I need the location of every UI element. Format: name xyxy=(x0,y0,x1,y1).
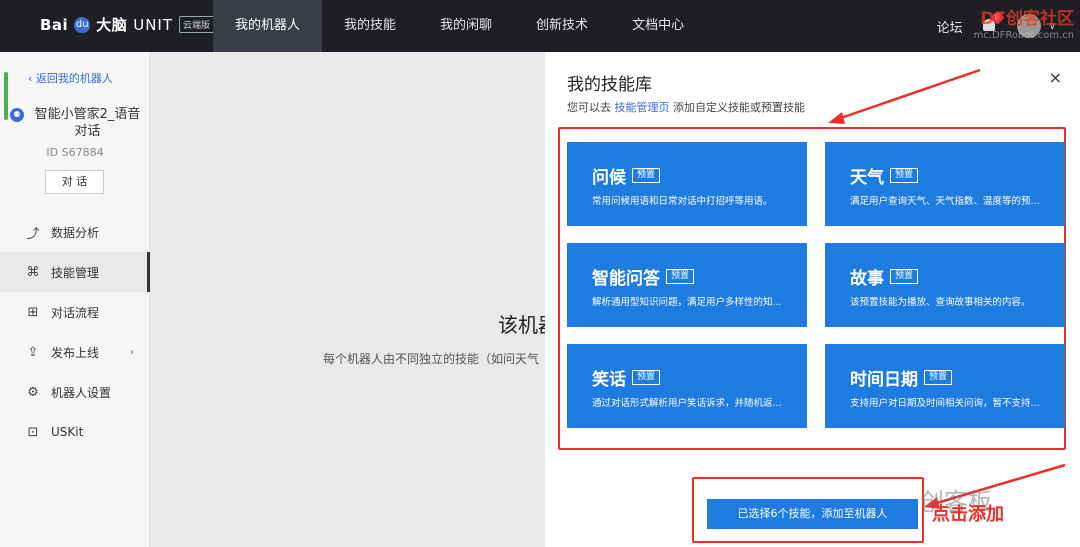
sidebar-item-4[interactable]: ⚙ 机器人设置 xyxy=(0,372,150,412)
sidebar-item-1[interactable]: ⌘ 技能管理 xyxy=(0,252,150,292)
nav-tab-2[interactable]: 我的闲聊 xyxy=(418,0,514,52)
skill-desc: 支持用户对日期及时间相关问询，暂不支持... xyxy=(850,398,1040,409)
skill-card[interactable]: 天气 预置满足用户查询天气、天气指数、温度等的预... xyxy=(825,142,1065,226)
close-icon[interactable]: × xyxy=(1049,68,1062,87)
main-nav-tabs: 我的机器人 我的技能 我的闲聊 创新技术 文档中心 xyxy=(213,0,706,52)
skill-desc: 常用问候用语和日常对话中打招呼等用语。 xyxy=(592,196,773,207)
preset-badge: 预置 xyxy=(924,370,953,385)
logo-brand: Bai xyxy=(40,15,69,34)
add-to-robot-button[interactable]: 已选择6个技能，添加至机器人 xyxy=(707,499,918,529)
skill-card[interactable]: 笑话 预置通过对话形式解析用户笑话诉求，并随机返... xyxy=(567,344,807,428)
sidebar-item-label: 对话流程 xyxy=(51,305,100,320)
back-to-robots-link[interactable]: ‹ 返回我的机器人 xyxy=(28,70,113,86)
uskit-icon: ⊡ xyxy=(27,424,39,440)
skill-desc: 解析通用型知识问题，满足用户多样性的知... xyxy=(592,297,782,308)
skill-head: 故事 预置 xyxy=(850,264,919,289)
skill-head: 问候 预置 xyxy=(592,163,661,188)
paw-icon: du xyxy=(74,16,91,33)
skill-card[interactable]: 智能问答 预置解析通用型知识问题，满足用户多样性的知... xyxy=(567,243,807,327)
skill-card[interactable]: 问候 预置常用问候用语和日常对话中打招呼等用语。 xyxy=(567,142,807,226)
skill-card[interactable]: 时间日期 预置支持用户对日期及时间相关问询，暂不支持... xyxy=(825,344,1065,428)
skill-card[interactable]: 故事 预置该预置技能为播放、查询故事相关的内容。 xyxy=(825,243,1065,327)
skill-desc: 通过对话形式解析用户笑话诉求，并随机返... xyxy=(592,398,782,409)
empty-state-desc: 每个机器人由不同独立的技能（如问天气 xyxy=(323,352,540,366)
back-label: 返回我的机器人 xyxy=(35,72,113,85)
skill-library-drawer: 我的技能库 × 您可以去 技能管理页 添加自定义技能或预置技能 问候 预置 常用问候… xyxy=(545,52,1080,547)
skill-head: 天气 预置 xyxy=(850,163,919,188)
left-sidebar: ‹ 返回我的机器人 ⚉ 智能小管家2_语音对话 ID S67884 对 话 ⤴ 数… xyxy=(0,52,150,547)
skill-head: 时间日期 预置 xyxy=(850,365,953,390)
skill-management-link[interactable]: 技能管理页 xyxy=(615,101,670,114)
sidebar-item-label: 数据分析 xyxy=(51,225,100,240)
empty-state-title: 该机器人 xyxy=(498,313,545,337)
nav-tab-4[interactable]: 文档中心 xyxy=(610,0,706,52)
preset-badge: 预置 xyxy=(890,168,919,183)
robot-status-bar xyxy=(4,72,8,120)
sidebar-item-2[interactable]: ⊞ 对话流程 xyxy=(0,292,150,332)
sidebar-item-label: 发布上线 xyxy=(51,345,100,360)
watermark-url: mc.DFRobot.com.cn xyxy=(973,30,1074,41)
skill-name: 时间日期 xyxy=(850,370,918,390)
drawer-subtitle: 您可以去 技能管理页 添加自定义技能或预置技能 xyxy=(567,99,805,115)
robot-name: 智能小管家2_语音对话 xyxy=(34,107,141,139)
logo-unit: UNIT xyxy=(133,15,174,34)
top-nav: Bai du 大脑 UNIT 云端版 我的机器人 我的技能 我的闲聊 创新技术 文档中心… xyxy=(0,0,1080,52)
sidebar-item-label: 技能管理 xyxy=(51,265,100,280)
settings-icon: ⚙ xyxy=(27,384,39,400)
chat-button[interactable]: 对 话 xyxy=(45,170,104,194)
cloud-edition-badge: 云端版 xyxy=(179,16,215,33)
sidebar-item-5[interactable]: ⊡ USKit xyxy=(0,412,150,452)
flow-icon: ⊞ xyxy=(27,304,39,320)
chevron-right-icon: › xyxy=(130,346,134,358)
sidebar-menu: ⤴ 数据分析 ⌘ 技能管理 ⊞ 对话流程 ⇪ 发布上线 › ⚙ 机器人设置 ⊡ USKit xyxy=(0,212,150,452)
preset-badge: 预置 xyxy=(632,168,661,183)
sidebar-item-3[interactable]: ⇪ 发布上线 › xyxy=(0,332,150,372)
sidebar-item-label: 机器人设置 xyxy=(51,385,112,400)
skill-head: 笑话 预置 xyxy=(592,365,661,390)
watermark-dfrobot: DF创客社区 xyxy=(980,9,1074,29)
sidebar-item-label: USKit xyxy=(51,425,84,439)
baidu-unit-logo[interactable]: Bai du 大脑 UNIT 云端版 xyxy=(40,14,215,35)
preset-badge: 预置 xyxy=(666,269,695,284)
skill-head: 智能问答 预置 xyxy=(592,264,695,289)
preset-badge: 预置 xyxy=(632,370,661,385)
robot-id: ID S67884 xyxy=(46,146,104,159)
logo-suffix: 大脑 xyxy=(96,16,128,34)
sidebar-item-0[interactable]: ⤴ 数据分析 xyxy=(0,212,150,252)
forum-link[interactable]: 论坛 xyxy=(937,17,963,36)
skill-icon: ⌘ xyxy=(26,264,40,280)
main-content-area: 该机器人 每个机器人由不同独立的技能（如问天气 xyxy=(150,52,545,547)
nav-tab-3[interactable]: 创新技术 xyxy=(514,0,610,52)
drawer-title: 我的技能库 xyxy=(567,75,652,95)
publish-icon: ⇪ xyxy=(27,344,39,360)
skill-name: 问候 xyxy=(592,168,626,188)
skill-name: 天气 xyxy=(850,168,884,188)
skill-desc: 满足用户查询天气、天气指数、温度等的预... xyxy=(850,196,1040,207)
skill-name: 故事 xyxy=(850,269,884,289)
chart-icon: ⤴ xyxy=(26,226,40,242)
nav-tab-0[interactable]: 我的机器人 xyxy=(213,0,323,52)
preset-badge: 预置 xyxy=(890,269,919,284)
skill-name: 笑话 xyxy=(592,370,626,390)
annotation-click-add: 点击添加 xyxy=(932,504,1004,525)
skill-desc: 该预置技能为播放、查询故事相关的内容。 xyxy=(850,297,1031,308)
nav-tab-1[interactable]: 我的技能 xyxy=(322,0,418,52)
subtitle-prefix: 您可以去 xyxy=(567,101,615,114)
subtitle-suffix: 添加自定义技能或预置技能 xyxy=(669,101,805,114)
skill-name: 智能问答 xyxy=(592,269,660,289)
robot-icon: ⚉ xyxy=(10,108,24,122)
